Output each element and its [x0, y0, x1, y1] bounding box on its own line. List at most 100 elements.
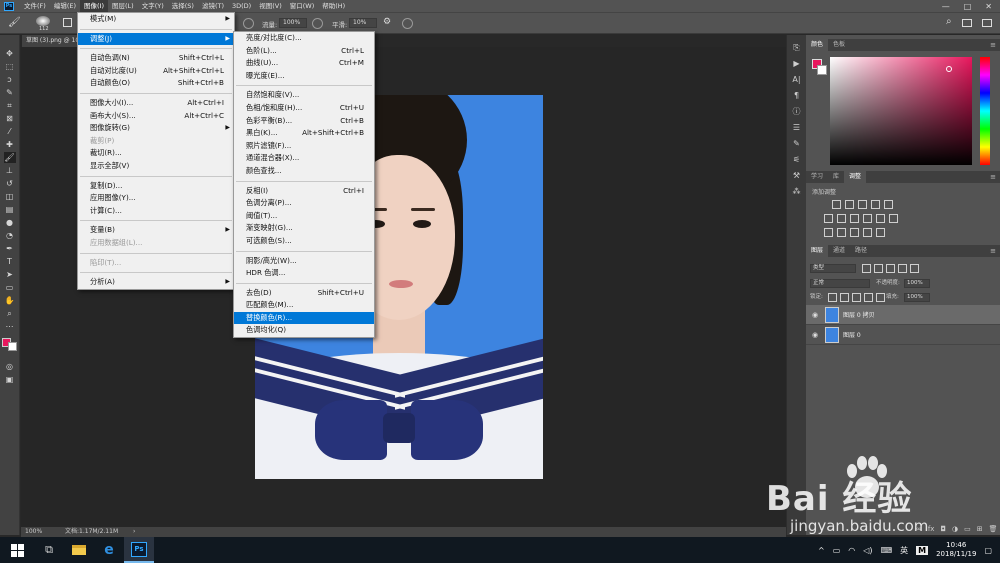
background-color-swatch[interactable]: [8, 342, 17, 351]
smoothing-field[interactable]: 10%: [349, 18, 377, 28]
color-lookup-icon[interactable]: [889, 214, 898, 223]
smart-filter-icon[interactable]: [910, 264, 919, 273]
opacity-field[interactable]: 100%: [904, 279, 930, 288]
menu-item[interactable]: 陷印(T)...: [78, 257, 234, 270]
panel-menu-icon[interactable]: ≡: [990, 171, 996, 183]
brush-tool-icon[interactable]: 🖌: [8, 17, 21, 28]
actions-panel-icon[interactable]: ▶: [791, 59, 803, 69]
menu-item[interactable]: 照片滤镜(F)...: [234, 140, 374, 153]
tab-learn[interactable]: 学习: [806, 171, 828, 183]
invert-icon[interactable]: [824, 228, 833, 237]
blur-tool-icon[interactable]: ●: [4, 217, 16, 228]
menu-item[interactable]: 色调分离(P)...: [234, 197, 374, 210]
hand-tool-icon[interactable]: ✋: [4, 295, 16, 306]
color-picker-cursor[interactable]: [946, 66, 952, 72]
workspace-icon[interactable]: [962, 19, 972, 27]
brush-preset-icon[interactable]: [36, 16, 50, 26]
menu-item[interactable]: 图像大小(I)... Alt+Ctrl+I: [78, 97, 234, 110]
tab-libraries[interactable]: 库: [828, 171, 844, 183]
tab-adjustments[interactable]: 调整: [844, 171, 867, 183]
menu-item[interactable]: 阈值(T)...: [234, 210, 374, 223]
panel-menu-icon[interactable]: ≡: [990, 245, 996, 257]
character-panel-icon[interactable]: A|: [791, 75, 803, 85]
menu-item[interactable]: 调整(J) ▶: [78, 32, 234, 46]
zoom-tool-icon[interactable]: ⌕: [4, 308, 16, 319]
type-tool-icon[interactable]: T: [4, 256, 16, 267]
menu-item[interactable]: HDR 色调...: [234, 267, 374, 280]
adjust-panel-icon[interactable]: ⚟: [791, 155, 803, 165]
color-balance-icon[interactable]: [837, 214, 846, 223]
photo-filter-icon[interactable]: [863, 214, 872, 223]
menu-item[interactable]: 颜色查找...: [234, 165, 374, 178]
menu-item[interactable]: 可选颜色(S)...: [234, 235, 374, 248]
brush-panel-icon[interactable]: [63, 18, 72, 27]
glyphs-panel-icon[interactable]: ⁂: [791, 187, 803, 197]
frame-tool-icon[interactable]: ⊠: [4, 113, 16, 124]
menu-item[interactable]: 自动色调(N) Shift+Ctrl+L: [78, 52, 234, 65]
windows-start-button[interactable]: [0, 537, 34, 563]
menu-item[interactable]: 曝光度(E)...: [234, 70, 374, 83]
task-view-icon[interactable]: ⧉: [34, 537, 64, 563]
menu-item[interactable]: 视图(V): [255, 0, 286, 12]
menu-item[interactable]: 3D(D): [228, 0, 255, 12]
document-tab[interactable]: 草图 (3).png @ 10: [22, 35, 78, 47]
lock-artboard-icon[interactable]: [864, 293, 873, 302]
menu-item[interactable]: 自然饱和度(V)...: [234, 89, 374, 102]
menu-item[interactable]: 黑白(K)... Alt+Shift+Ctrl+B: [234, 127, 374, 140]
gradient-tool-icon[interactable]: ▤: [4, 204, 16, 215]
path-select-tool-icon[interactable]: ➤: [4, 269, 16, 280]
move-tool-icon[interactable]: ✥: [4, 48, 16, 59]
menu-item[interactable]: 应用图像(Y)...: [78, 192, 234, 205]
menu-item[interactable]: 复制(D)...: [78, 180, 234, 193]
layer-row[interactable]: ◉ 图层 0: [806, 325, 1000, 345]
layer-row[interactable]: ◉ 图层 0 拷贝: [806, 305, 1000, 325]
edge-browser-icon[interactable]: e: [94, 537, 124, 563]
eye-icon[interactable]: ◉: [809, 311, 821, 319]
adjust-filter-icon[interactable]: [874, 264, 883, 273]
zoom-level[interactable]: 100%: [25, 527, 42, 537]
menu-item[interactable]: 曲线(U)... Ctrl+M: [234, 57, 374, 70]
quick-mask-icon[interactable]: ◎: [4, 361, 16, 372]
menu-item[interactable]: 编辑(E): [50, 0, 80, 12]
history-brush-icon[interactable]: ↺: [4, 178, 16, 189]
lock-pixels-icon[interactable]: [828, 293, 837, 302]
menu-item[interactable]: 模式(M) ▶: [78, 13, 234, 26]
menu-item[interactable]: 选择(S): [168, 0, 198, 12]
menu-item[interactable]: 图层(L): [108, 0, 138, 12]
layer-filter-select[interactable]: 类型: [810, 264, 856, 273]
menu-item[interactable]: 去色(D) Shift+Ctrl+U: [234, 287, 374, 300]
blend-mode-select[interactable]: 正常: [810, 279, 870, 288]
flow-field[interactable]: 100%: [279, 18, 307, 28]
pen-tool-icon[interactable]: ✒: [4, 243, 16, 254]
share-icon[interactable]: [982, 19, 992, 27]
menu-item[interactable]: 图像(I): [80, 0, 108, 12]
menu-item[interactable]: 应用数据组(L)...: [78, 237, 234, 250]
brightness-icon[interactable]: [832, 200, 841, 209]
menu-item[interactable]: 裁剪(P): [78, 135, 234, 148]
menu-item[interactable]: 色调均化(Q): [234, 324, 374, 337]
color-picker-field[interactable]: [830, 57, 972, 165]
menu-item[interactable]: 自动颜色(O) Shift+Ctrl+B: [78, 77, 234, 90]
posterize-icon[interactable]: [837, 228, 846, 237]
menu-item[interactable]: 色彩平衡(B)... Ctrl+B: [234, 115, 374, 128]
brushes-panel-icon[interactable]: ✎: [791, 139, 803, 149]
levels-icon[interactable]: [845, 200, 854, 209]
curves-icon[interactable]: [858, 200, 867, 209]
black-white-icon[interactable]: [850, 214, 859, 223]
file-explorer-icon[interactable]: [64, 537, 94, 563]
ime-indicator[interactable]: 英: [900, 545, 908, 556]
menu-item[interactable]: 文件(F): [20, 0, 50, 12]
pressure-icon[interactable]: [312, 18, 323, 29]
doc-size[interactable]: 文档:1.17M/2.11M: [65, 527, 118, 537]
vibrance-icon[interactable]: [884, 200, 893, 209]
more-tools-icon[interactable]: ⋯: [4, 321, 16, 332]
shape-tool-icon[interactable]: ▭: [4, 282, 16, 293]
menu-item[interactable]: 帮助(H): [318, 0, 349, 12]
tab-layers[interactable]: 图层: [806, 245, 829, 257]
minimize-button[interactable]: —: [942, 2, 950, 11]
menu-item[interactable]: 阴影/高光(W)...: [234, 255, 374, 268]
chevron-up-icon[interactable]: ^: [818, 546, 825, 555]
gear-icon[interactable]: ⚙: [383, 17, 391, 27]
menu-item[interactable]: 画布大小(S)... Alt+Ctrl+C: [78, 110, 234, 123]
fill-field[interactable]: 100%: [904, 293, 930, 302]
